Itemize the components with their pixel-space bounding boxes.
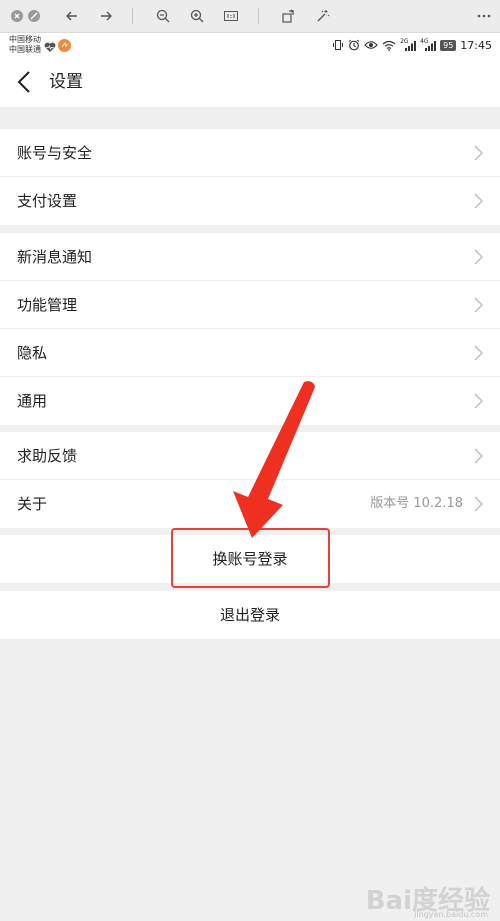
chevron-right-icon (474, 496, 483, 512)
logout-label: 退出登录 (219, 606, 280, 624)
settings-item-label: 通用 (17, 392, 48, 410)
rotate-icon[interactable] (279, 6, 299, 26)
block-icon[interactable] (24, 6, 44, 26)
back-button[interactable] (10, 67, 40, 97)
settings-item-features[interactable]: 功能管理 (0, 281, 500, 329)
annotation-highlight-box (171, 528, 330, 588)
settings-item-account-security[interactable]: 账号与安全 (0, 129, 500, 177)
status-icons: 2G 4G 95 17:45 (332, 37, 492, 53)
chevron-right-icon (474, 345, 483, 361)
chevron-right-icon (474, 145, 483, 161)
battery-indicator: 95 (440, 39, 457, 51)
settings-item-label: 求助反馈 (17, 447, 78, 465)
settings-item-feedback[interactable]: 求助反馈 (0, 432, 500, 480)
app-notification-icon (58, 37, 71, 56)
settings-item-label: 账号与安全 (17, 144, 93, 162)
more-icon[interactable] (474, 6, 494, 26)
settings-item-payment[interactable]: 支付设置 (0, 177, 500, 225)
alarm-icon (348, 39, 360, 51)
chevron-right-icon (474, 249, 483, 265)
chevron-left-icon (17, 71, 30, 93)
settings-item-label: 隐私 (17, 344, 48, 362)
settings-group-general: 新消息通知 功能管理 隐私 通用 (0, 233, 500, 425)
settings-group-help: 求助反馈 关于 版本号 10.2.18 (0, 432, 500, 528)
signal-1-indicator: 2G (400, 39, 417, 51)
zoom-in-icon[interactable] (187, 6, 207, 26)
vibrate-icon (333, 40, 344, 50)
settings-item-notifications[interactable]: 新消息通知 (0, 233, 500, 281)
settings-item-label: 新消息通知 (17, 248, 93, 266)
status-bar: 中国移动 中国联通 2G 4G 95 17:45 (0, 33, 500, 57)
chevron-right-icon (474, 193, 483, 209)
settings-item-general[interactable]: 通用 (0, 377, 500, 425)
carrier-1: 中国移动 (9, 35, 41, 44)
clock: 17:45 (460, 38, 492, 52)
chevron-right-icon (474, 297, 483, 313)
settings-item-about[interactable]: 关于 版本号 10.2.18 (0, 480, 500, 528)
settings-item-label: 功能管理 (17, 296, 78, 314)
signal-2-indicator: 4G (420, 39, 437, 51)
version-number: 版本号 10.2.18 (370, 496, 463, 511)
settings-group-account: 账号与安全 支付设置 (0, 129, 500, 225)
health-icon (44, 38, 56, 57)
zoom-out-icon[interactable] (153, 6, 173, 26)
settings-header: 设置 (0, 57, 500, 107)
settings-item-label: 支付设置 (17, 192, 78, 210)
chevron-right-icon (474, 448, 483, 464)
carrier-info: 中国移动 中国联通 (9, 35, 41, 55)
chevron-right-icon (474, 393, 483, 409)
arrow-right-icon[interactable] (96, 6, 116, 26)
settings-item-privacy[interactable]: 隐私 (0, 329, 500, 377)
wifi-icon (382, 40, 396, 51)
logout-button[interactable]: 退出登录 (0, 591, 500, 639)
carrier-2: 中国联通 (9, 45, 41, 54)
toolbar-divider (258, 8, 259, 24)
image-viewer-toolbar (0, 0, 500, 33)
toolbar-divider (132, 8, 133, 24)
watermark-url: jingyan.baidu.com (414, 910, 488, 919)
arrow-left-icon[interactable] (62, 6, 82, 26)
eye-icon (364, 41, 378, 49)
settings-item-label: 关于 (17, 495, 48, 513)
magic-wand-icon[interactable] (313, 6, 333, 26)
actual-size-icon[interactable] (221, 6, 241, 26)
page-title: 设置 (49, 72, 83, 92)
